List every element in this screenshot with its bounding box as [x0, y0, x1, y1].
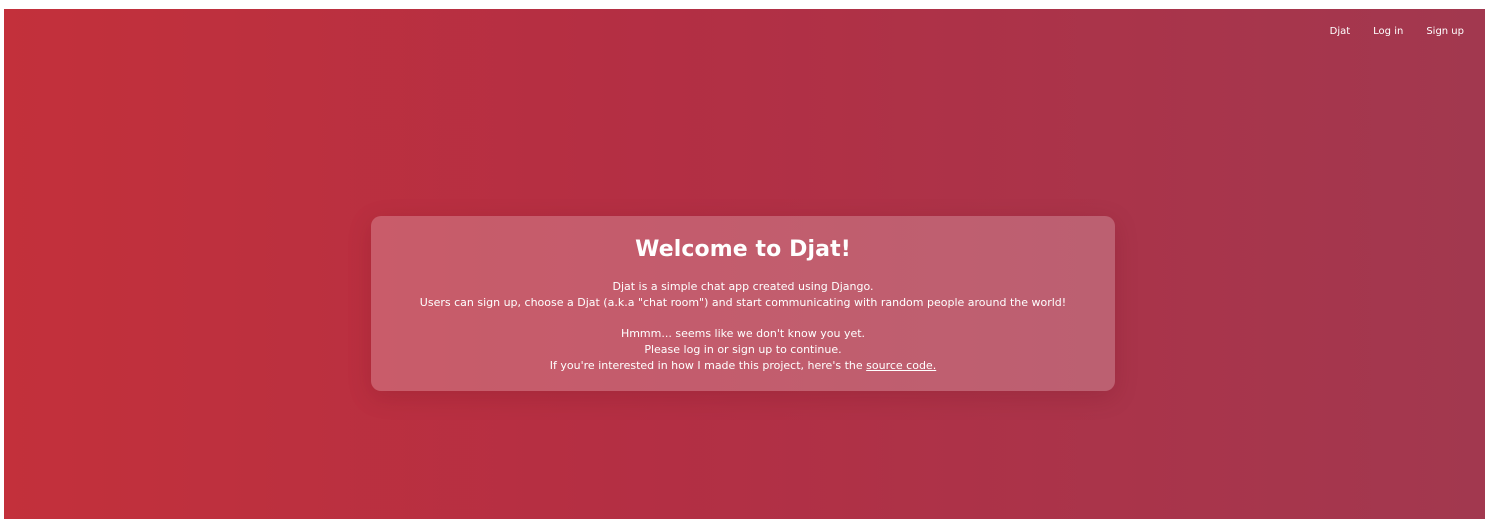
source-code-link[interactable]: source code.: [866, 359, 936, 372]
top-nav: Djat Log in Sign up: [1330, 26, 1464, 37]
login-prompt-line: Please log in or sign up to continue.: [644, 343, 842, 356]
page-background: Djat Log in Sign up Welcome to Djat! Dja…: [4, 9, 1485, 519]
nav-signup-link[interactable]: Sign up: [1426, 26, 1464, 37]
intro-line-1: Djat is a simple chat app created using …: [612, 280, 874, 293]
nav-login-link[interactable]: Log in: [1373, 26, 1403, 37]
source-code-line: If you're interested in how I made this …: [371, 358, 1115, 374]
intro-line-2: Users can sign up, choose a Djat (a.k.a …: [419, 296, 1067, 309]
unknown-user-line: Hmmm... seems like we don't know you yet…: [620, 327, 866, 340]
source-code-prefix: If you're interested in how I made this …: [549, 359, 867, 372]
welcome-card: Welcome to Djat! Djat is a simple chat a…: [371, 216, 1115, 391]
welcome-title: Welcome to Djat!: [635, 237, 851, 262]
nav-home-link[interactable]: Djat: [1330, 26, 1351, 37]
